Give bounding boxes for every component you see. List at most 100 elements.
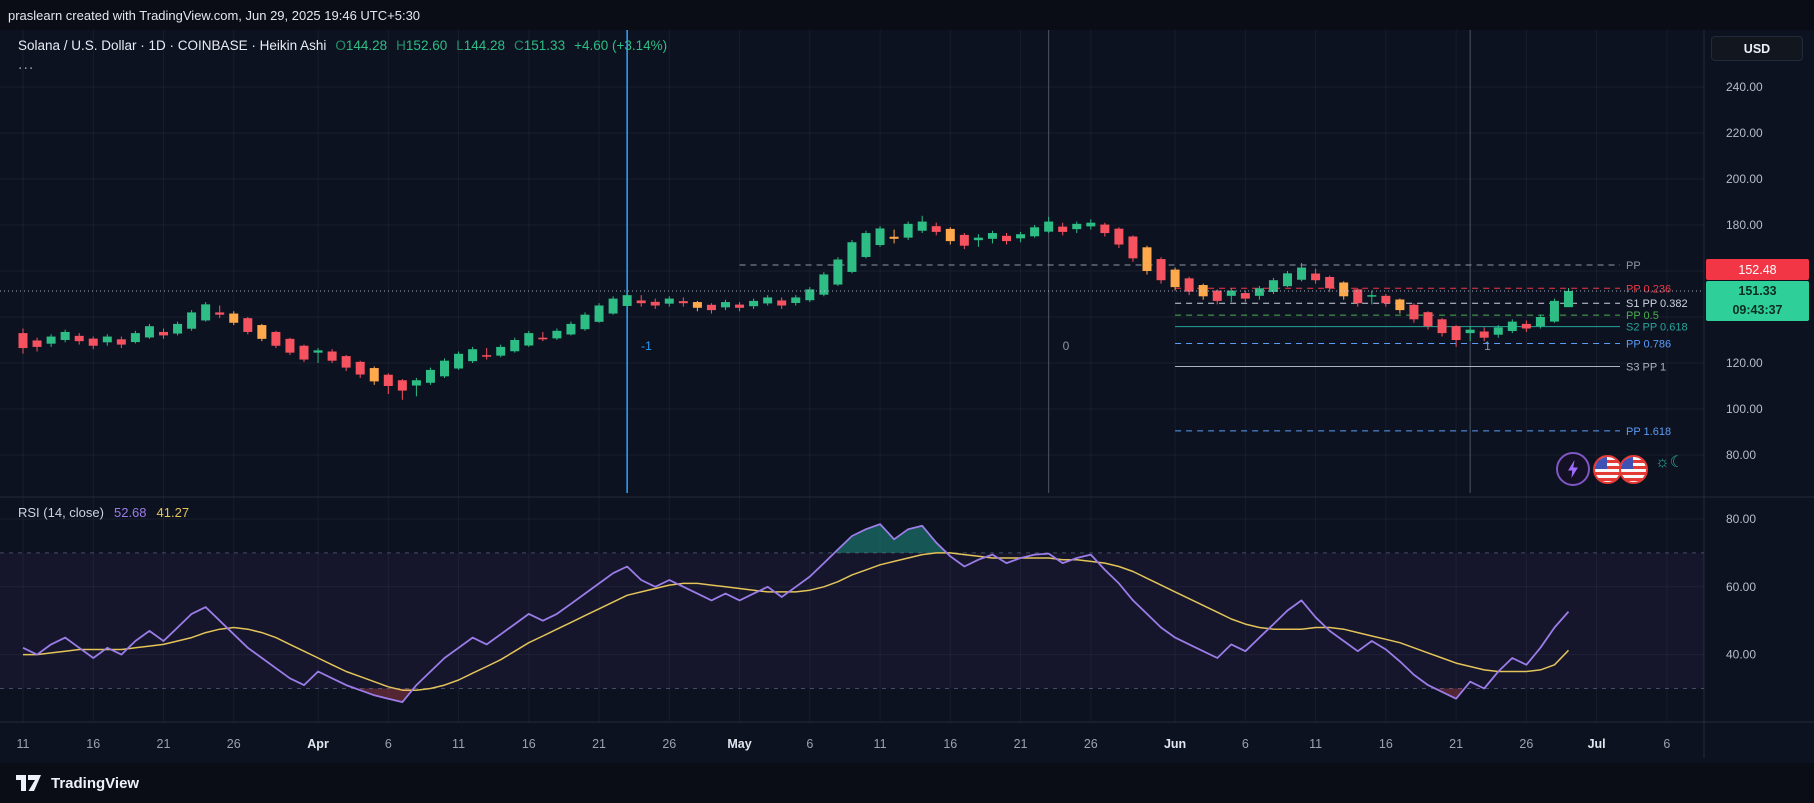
candle-body (861, 233, 871, 257)
symbol-legend[interactable]: Solana / U.S. Dollar · 1D · COINBASE · H… (18, 38, 667, 53)
pivot-level-price-text: 152.48 (1738, 262, 1777, 277)
time-tick-label[interactable]: 6 (385, 737, 392, 751)
rsi-tick-label: 80.00 (1726, 512, 1756, 526)
time-tick-label[interactable]: 11 (874, 737, 887, 751)
time-tick-label[interactable]: 16 (86, 737, 100, 751)
time-tick-label[interactable]: 16 (943, 737, 957, 751)
rsi-tick-label: 60.00 (1726, 580, 1756, 594)
candle-body (271, 331, 281, 346)
pivot-period-label: 0 (1063, 339, 1070, 353)
candle-body (791, 297, 801, 303)
candle-body (327, 351, 337, 361)
candle-body (60, 331, 70, 340)
candle-body (1437, 319, 1447, 334)
time-tick-label[interactable]: 11 (17, 737, 30, 751)
reaction-lightning-button[interactable] (1556, 452, 1590, 486)
pivot-level-label: PP 0.786 (1626, 338, 1671, 350)
candle-body (299, 345, 309, 360)
price-chart-canvas[interactable]: -1 0 1 PP PP 0.236 S1 PP 0.382PP 0.5S2 PP 0.6… (0, 0, 1814, 763)
us-flag-bubble-icon[interactable] (1593, 455, 1622, 484)
candle-body (383, 374, 393, 386)
candle-body (1156, 259, 1166, 281)
candle-body (1030, 227, 1040, 237)
time-tick-label[interactable]: Jul (1588, 737, 1606, 751)
time-tick-label[interactable]: 26 (1084, 737, 1098, 751)
candle-body (187, 312, 197, 329)
candle-body (594, 305, 604, 322)
candle-body (1395, 299, 1405, 311)
time-tick-label[interactable]: 21 (592, 737, 606, 751)
brand-name[interactable]: TradingView (51, 775, 139, 792)
candle-body (1283, 273, 1292, 287)
price-tick-label: 120.00 (1726, 356, 1763, 370)
candle-body (440, 360, 449, 377)
candle-body (1058, 226, 1068, 232)
time-tick-label[interactable]: 26 (1519, 737, 1533, 751)
candle-body (285, 338, 295, 353)
time-tick-label[interactable]: 21 (1449, 737, 1463, 751)
time-tick-label[interactable]: 21 (157, 737, 171, 751)
candle-body (1184, 278, 1194, 292)
candle-body (1535, 317, 1545, 327)
candle-body (1493, 327, 1503, 335)
footer-bar: TradingView (0, 763, 1814, 803)
candle-body (341, 356, 351, 368)
candle-body (88, 338, 98, 346)
candle-body (1465, 329, 1475, 334)
flag-canton (1595, 457, 1607, 469)
rsi-overbought-fill (834, 524, 947, 553)
last-price-badge: 151.33 09:43:37 (1706, 281, 1809, 321)
candle-body (257, 325, 267, 339)
candle-body (819, 274, 829, 295)
time-tick-label[interactable]: Apr (307, 737, 329, 751)
legend-more-button[interactable]: ... (18, 56, 34, 74)
time-tick-label[interactable]: Jun (1164, 737, 1186, 751)
time-tick-label[interactable]: 26 (662, 737, 676, 751)
candle-body (763, 297, 773, 304)
candle-body (425, 369, 435, 383)
candle-body (1114, 228, 1124, 245)
time-tick-label[interactable]: 6 (1663, 737, 1670, 751)
time-tick-label[interactable]: 11 (1309, 737, 1322, 751)
ohlc-high: H152.60 (396, 38, 448, 53)
tradingview-logo[interactable] (16, 775, 42, 791)
time-tick-label[interactable]: May (727, 737, 751, 751)
candle-body (636, 300, 646, 304)
candle-body (1254, 288, 1264, 296)
rsi-legend[interactable]: RSI (14, close) 52.68 41.27 (18, 505, 189, 520)
time-tick-label[interactable]: 6 (806, 737, 813, 751)
candle-body (1072, 223, 1082, 230)
candle-body (1100, 224, 1110, 234)
time-tick-label[interactable]: 16 (522, 737, 536, 751)
symbol-title[interactable]: Solana / U.S. Dollar · 1D · COINBASE · H… (18, 38, 326, 53)
candle-body (144, 326, 154, 338)
time-tick-label[interactable]: 11 (452, 737, 465, 751)
candle-body (1297, 267, 1307, 280)
time-tick-label[interactable]: 6 (1242, 737, 1249, 751)
candle-body (959, 234, 969, 246)
pivot-level-price-badge: 152.48 (1706, 259, 1809, 280)
rsi-band (0, 552, 1704, 689)
time-tick-label[interactable]: 16 (1379, 737, 1393, 751)
time-tick-label[interactable]: 26 (227, 737, 241, 751)
candle-body (411, 380, 421, 386)
price-tick-label: 100.00 (1726, 402, 1763, 416)
pivot-period-label: 1 (1484, 339, 1491, 353)
candle-body (973, 237, 983, 241)
last-price-text: 151.33 (1738, 284, 1777, 298)
us-flag-bubble-icon[interactable] (1619, 455, 1648, 484)
candle-body (622, 295, 632, 306)
candle-body (46, 336, 56, 344)
sun-moon-icon[interactable]: ☼☾ (1655, 452, 1684, 472)
rsi-title[interactable]: RSI (14, close) (18, 505, 104, 520)
ohlc-low: L144.28 (456, 38, 506, 53)
candle-body (313, 350, 323, 353)
candle-body (355, 361, 365, 375)
pivot-level-label: PP 0.5 (1626, 310, 1659, 322)
time-tick-label[interactable]: 21 (1014, 737, 1028, 751)
currency-toggle-button[interactable]: USD (1711, 36, 1803, 61)
candle-body (482, 355, 492, 357)
candle-body (1564, 290, 1573, 308)
candle-body (1142, 247, 1152, 271)
candle-body (1268, 280, 1278, 292)
